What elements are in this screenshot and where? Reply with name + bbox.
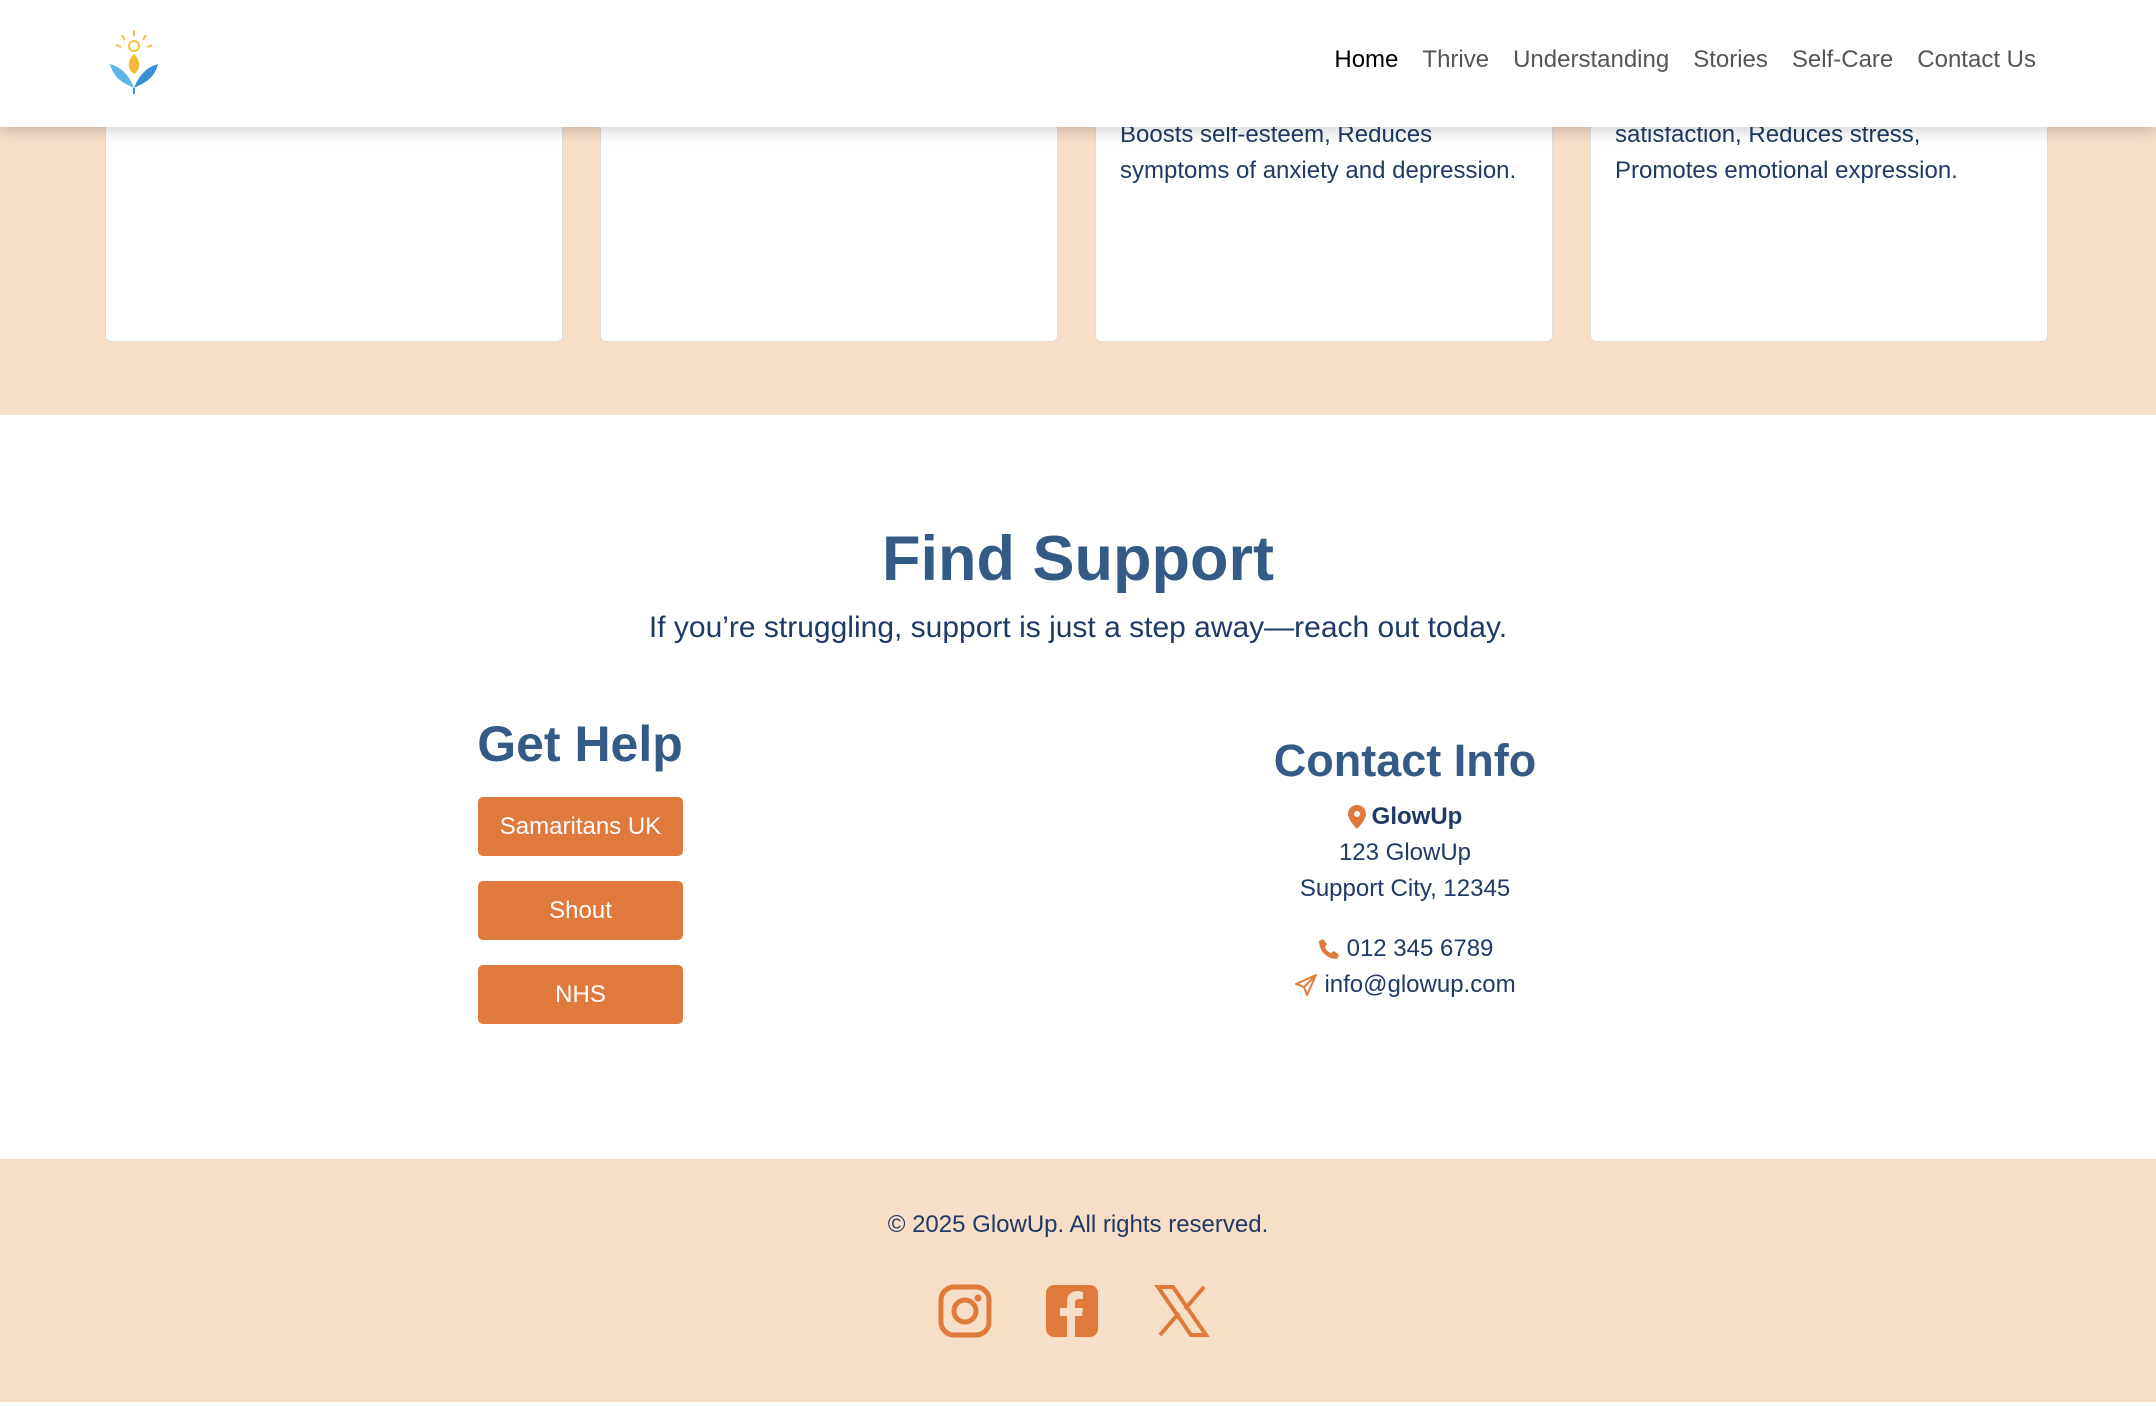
nav-understanding[interactable]: Understanding xyxy=(1513,46,1669,74)
instagram-icon[interactable] xyxy=(937,1283,993,1339)
contact-name-row: GlowUp xyxy=(1155,803,1655,831)
paper-plane-icon xyxy=(1295,974,1318,996)
samaritans-button[interactable]: Samaritans UK xyxy=(478,797,683,856)
facebook-icon[interactable] xyxy=(1044,1283,1100,1339)
address-line-1: 123 GlowUp xyxy=(1338,839,1472,866)
find-support-subtitle: If you’re struggling, support is just a … xyxy=(648,611,1508,644)
main-nav: Home Thrive Understanding Stories Self-C… xyxy=(1334,46,2036,74)
x-icon[interactable] xyxy=(1154,1283,1210,1339)
copyright: © 2025 GlowUp. All rights reserved. xyxy=(887,1211,1269,1238)
glowup-logo[interactable] xyxy=(106,28,162,94)
get-help-title: Get Help xyxy=(477,716,683,772)
contact-info-title: Contact Info xyxy=(1273,735,1537,786)
nav-home[interactable]: Home xyxy=(1334,46,1398,74)
card-text: Boosts self-esteem, Reduces symptoms of … xyxy=(1120,121,1517,184)
email-link[interactable]: info@glowup.com xyxy=(1324,971,1515,999)
nav-stories[interactable]: Stories xyxy=(1693,46,1768,74)
nav-thrive[interactable]: Thrive xyxy=(1422,46,1489,74)
phone-icon xyxy=(1318,939,1339,959)
map-pin-icon xyxy=(1347,805,1366,829)
footer: © 2025 GlowUp. All rights reserved. xyxy=(0,1159,2156,1402)
address-line-2: Support City, 12345 xyxy=(1299,875,1511,902)
find-support-title: Find Support xyxy=(882,524,1274,594)
contact-name: GlowUp xyxy=(1371,803,1463,830)
nav-contact-us[interactable]: Contact Us xyxy=(1917,46,2036,74)
shout-button[interactable]: Shout xyxy=(478,881,683,940)
email-row: info@glowup.com xyxy=(1155,971,1655,999)
phone-row: 012 345 6789 xyxy=(1155,935,1655,963)
nhs-button[interactable]: NHS xyxy=(478,965,683,1024)
phone-number[interactable]: 012 345 6789 xyxy=(1347,935,1494,963)
nav-self-care[interactable]: Self-Care xyxy=(1792,46,1893,74)
header: Home Thrive Understanding Stories Self-C… xyxy=(0,0,2156,127)
card-text: satisfaction, Reduces stress, Promotes e… xyxy=(1615,121,1958,184)
find-support-section: Find Support If you’re struggling, suppo… xyxy=(0,415,2156,1159)
